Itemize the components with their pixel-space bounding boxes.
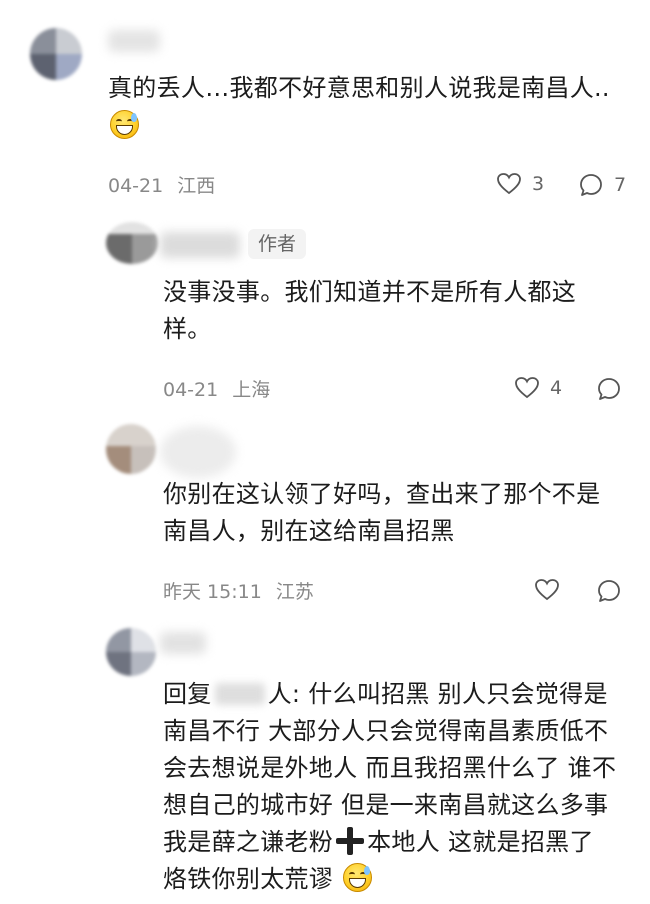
like-button[interactable]: 4	[514, 376, 562, 400]
comment-meta: 04-21 江西	[108, 174, 215, 198]
avatar[interactable]	[106, 424, 156, 474]
heart-icon	[535, 579, 559, 601]
heart-icon	[515, 377, 539, 399]
comment-meta: 04-21 上海	[163, 378, 270, 402]
comment-date: 昨天 15:11	[163, 581, 262, 603]
username-redacted[interactable]	[160, 632, 206, 654]
reply-count: 7	[614, 174, 627, 196]
avatar[interactable]	[30, 28, 82, 80]
username-redacted[interactable]	[160, 232, 240, 258]
comment-location: 江西	[177, 175, 216, 197]
reply-button[interactable]	[596, 376, 622, 402]
comment-bubble-icon	[580, 174, 602, 196]
grinning-sweat-emoji	[343, 863, 373, 892]
plus-icon	[335, 826, 365, 856]
comment-bubble-icon	[598, 378, 620, 400]
avatar[interactable]	[106, 628, 156, 676]
replied-username-redacted[interactable]	[214, 683, 265, 705]
heart-icon	[497, 173, 521, 195]
username-redacted[interactable]	[108, 30, 160, 52]
like-count: 4	[550, 377, 563, 399]
reply-prefix: 回复	[163, 680, 212, 708]
like-count: 3	[532, 173, 545, 195]
comment-bubble-icon	[598, 580, 620, 602]
comment-date: 04-21	[108, 175, 164, 197]
like-button[interactable]: 3	[496, 172, 544, 196]
author-badge: 作者	[248, 229, 307, 259]
username-redacted[interactable]	[160, 426, 236, 478]
comment-text: 你别在这认领了好吗，查出来了那个不是 南昌人，别在这给南昌招黑	[163, 480, 601, 545]
like-button[interactable]	[534, 578, 560, 602]
reply-button[interactable]: 7	[578, 172, 626, 198]
comment-meta: 昨天 15:11 江苏	[163, 580, 314, 604]
grinning-sweat-emoji	[108, 110, 139, 139]
comment-text: 真的丢人…我都不好意思和别人说我是南昌人..	[108, 74, 610, 102]
comment-location: 江苏	[275, 581, 314, 603]
comment-text: 回复 人: 什么叫招黑 别人只会觉得是 南昌不行 大部分人只会觉得南昌素质低不 会…	[163, 680, 617, 893]
comment-text: 没事没事。我们知道并不是所有人都这 样。	[163, 278, 577, 343]
reply-button[interactable]	[596, 578, 622, 604]
avatar[interactable]	[106, 222, 158, 264]
comment-date: 04-21	[163, 379, 219, 401]
comment-location: 上海	[232, 379, 271, 401]
